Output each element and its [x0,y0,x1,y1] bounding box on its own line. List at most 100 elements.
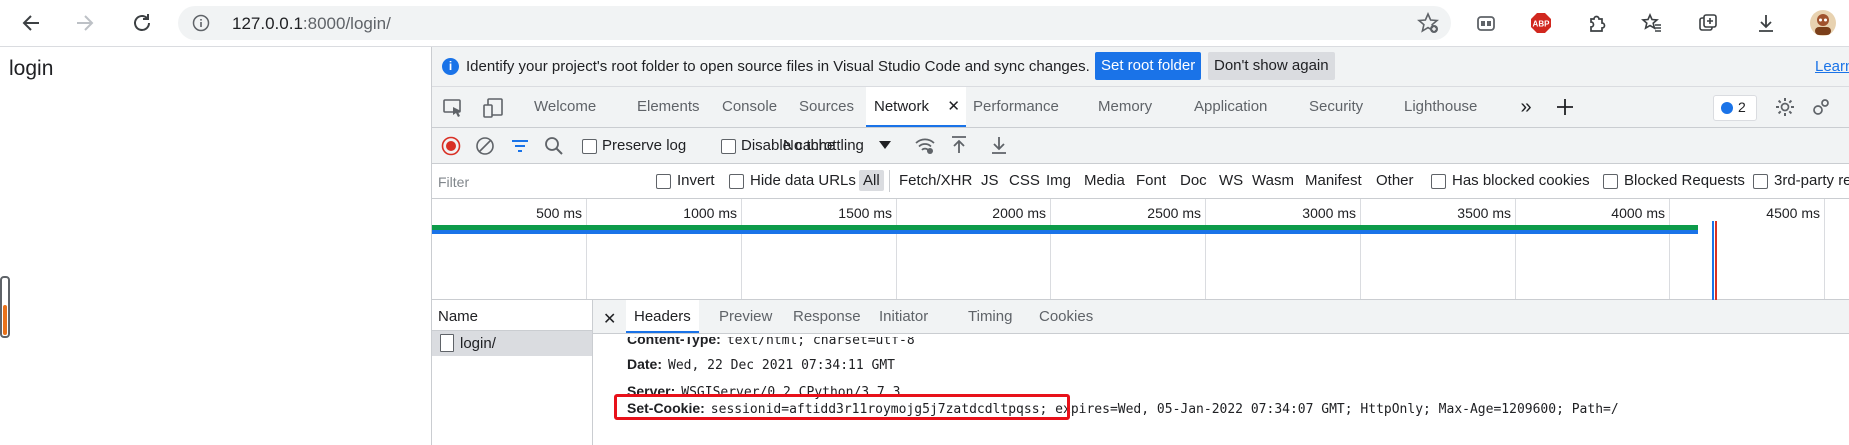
device-toolbar-icon[interactable] [482,97,504,119]
filter-type-wasm[interactable]: Wasm [1252,172,1294,189]
request-details: ✕ Headers Preview Response Initiator Tim… [593,300,1849,445]
timeline-tick-label: 4000 ms [1611,205,1665,221]
bookmark-star-icon[interactable] [1417,12,1439,34]
info-icon: i [442,58,459,75]
more-tabs-chevron-icon[interactable]: » [1515,96,1537,118]
set-root-folder-button[interactable]: Set root folder [1095,52,1202,80]
tab-timing[interactable]: Timing [968,300,1012,333]
timeline-gridline [1360,199,1361,299]
filter-type-ws[interactable]: WS [1219,172,1243,189]
forward-arrow-icon[interactable] [70,8,100,38]
collections-icon[interactable] [1471,8,1501,38]
request-row[interactable]: login/ [432,331,592,356]
tab-response[interactable]: Response [793,300,861,333]
filter-type-font[interactable]: Font [1136,172,1166,189]
browser-toolbar: 127.0.0.1:8000/login/ ABP [0,0,1849,47]
request-list-header[interactable]: Name [432,300,592,331]
details-tabs: ✕ Headers Preview Response Initiator Tim… [593,300,1849,334]
settings-gear-icon[interactable] [1774,96,1796,118]
preserve-log-checkbox[interactable] [582,139,597,154]
filter-type-doc[interactable]: Doc [1180,172,1207,189]
blocked-requests-checkbox[interactable] [1603,174,1618,189]
adblock-plus-icon[interactable]: ABP [1526,8,1556,38]
url-host: 127.0.0.1 [232,14,303,33]
inspect-element-icon[interactable] [442,97,464,119]
customize-devtools-icon[interactable] [1810,96,1832,118]
filter-type-media[interactable]: Media [1084,172,1125,189]
tab-console[interactable]: Console [722,87,777,127]
hide-data-urls-checkbox[interactable] [729,174,744,189]
favorites-icon[interactable] [1637,8,1667,38]
infobar-message: Identify your project's root folder to o… [466,58,1090,75]
export-har-icon[interactable] [989,135,1009,155]
downloads-icon[interactable] [1751,8,1781,38]
tab-headers[interactable]: Headers [626,300,699,333]
timeline-tick-label: 3000 ms [1302,205,1356,221]
page-scrollbar[interactable] [0,276,10,338]
page-title: login [9,57,54,80]
tab-network[interactable]: Network ✕ [866,87,966,127]
tab-sources[interactable]: Sources [799,87,854,127]
filter-input[interactable] [436,169,640,195]
timeline-tick-label: 2000 ms [992,205,1046,221]
tab-initiator[interactable]: Initiator [879,300,928,333]
timeline-gridline [1515,199,1516,299]
dont-show-again-button[interactable]: Don't show again [1208,52,1335,80]
blocked-requests-label: Blocked Requests [1624,172,1745,189]
network-timeline-overview[interactable]: 500 ms 1000 ms 1500 ms 2000 ms 2500 ms 3… [432,199,1849,301]
timeline-gridline [1050,199,1051,299]
clear-icon[interactable] [475,136,495,156]
tab-elements[interactable]: Elements [637,87,700,127]
record-stop-icon[interactable] [441,136,461,156]
collections-add-icon[interactable] [1693,8,1723,38]
filter-type-fetch-xhr[interactable]: Fetch/XHR [899,172,972,189]
third-party-checkbox[interactable] [1753,174,1768,189]
filter-type-css[interactable]: CSS [1009,172,1040,189]
search-icon[interactable] [544,136,564,156]
disable-cache-checkbox[interactable] [721,139,736,154]
tab-cookies[interactable]: Cookies [1039,300,1093,333]
filter-type-img[interactable]: Img [1046,172,1071,189]
tab-welcome[interactable]: Welcome [534,87,596,127]
filter-type-other[interactable]: Other [1376,172,1414,189]
close-details-icon[interactable]: ✕ [603,309,616,329]
tab-application[interactable]: Application [1194,87,1267,127]
timeline-gridline [1205,199,1206,299]
filter-type-js[interactable]: JS [981,172,999,189]
tab-preview[interactable]: Preview [719,300,772,333]
header-row-date: Date: Wed, 22 Dec 2021 07:34:11 GMT [627,356,895,373]
learn-more-link[interactable]: Learn [1815,58,1849,75]
preserve-log-label: Preserve log [602,137,687,154]
header-value: text/html; charset=utf-8 [726,333,915,348]
invert-checkbox[interactable] [656,174,671,189]
extensions-puzzle-icon[interactable] [1582,8,1612,38]
reload-icon[interactable] [127,8,157,38]
scrollbar-thumb[interactable] [3,305,7,335]
import-har-icon[interactable] [949,135,969,155]
issues-badge[interactable]: 2 [1713,95,1757,121]
tab-security[interactable]: Security [1309,87,1363,127]
has-blocked-cookies-checkbox[interactable] [1431,174,1446,189]
network-filter-bar: Invert Hide data URLs All Fetch/XHR JS C… [432,164,1849,199]
back-arrow-icon[interactable] [16,8,46,38]
throttling-value: No throttling [783,137,864,154]
dropdown-caret-icon [879,141,891,149]
devtools-main-tabs: Welcome Elements Console Sources Network… [432,87,1849,128]
filter-funnel-icon[interactable] [510,136,530,156]
close-tab-icon[interactable]: ✕ [947,87,960,127]
tab-lighthouse[interactable]: Lighthouse [1404,87,1477,127]
filter-type-all[interactable]: All [859,170,884,191]
hide-data-urls-label: Hide data URLs [750,172,856,189]
address-bar[interactable]: 127.0.0.1:8000/login/ [178,6,1451,40]
throttling-select[interactable]: No throttling [777,132,895,158]
add-tab-plus-icon[interactable] [1554,96,1576,118]
tab-memory[interactable]: Memory [1098,87,1152,127]
url-text[interactable]: 127.0.0.1:8000/login/ [232,14,391,34]
tab-performance[interactable]: Performance [973,87,1059,127]
site-info-icon[interactable] [192,14,210,32]
filter-type-manifest[interactable]: Manifest [1305,172,1362,189]
load-event-marker [1715,221,1717,301]
issues-icon [1721,102,1733,114]
network-conditions-icon[interactable] [914,136,936,156]
profile-avatar-icon[interactable] [1808,8,1838,38]
